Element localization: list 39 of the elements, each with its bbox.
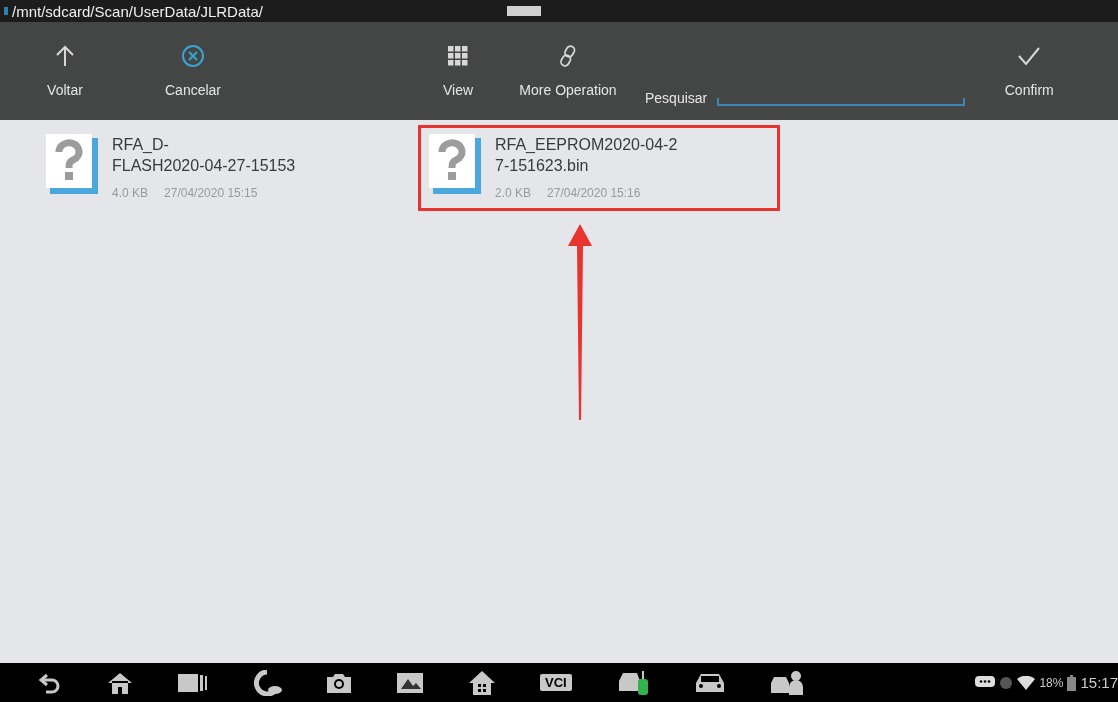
clock-time: 15:17 bbox=[1080, 674, 1118, 691]
file-name: RFA_EEPROM2020-04-2 7-151623.bin bbox=[495, 135, 678, 176]
search-field[interactable] bbox=[717, 98, 966, 106]
grid-button[interactable]: View bbox=[423, 22, 493, 120]
file-item[interactable]: RFA_EEPROM2020-04-2 7-151623.bin 2.0 KB 27/04/2020 15:16 bbox=[418, 125, 780, 211]
vci-button[interactable]: VCI bbox=[540, 674, 572, 691]
image-icon[interactable] bbox=[396, 670, 424, 695]
file-date: 27/04/2020 15:15 bbox=[164, 186, 258, 200]
cancel-icon bbox=[181, 44, 205, 68]
dropdown-handle[interactable] bbox=[506, 6, 541, 16]
cloud-icon[interactable] bbox=[254, 669, 282, 696]
circle-icon bbox=[999, 675, 1014, 690]
battery-percent: 18% bbox=[1039, 675, 1064, 690]
wifi-icon bbox=[1017, 675, 1036, 690]
link-button[interactable]: More Operation bbox=[503, 22, 633, 120]
link-icon bbox=[558, 44, 578, 68]
car-person-icon[interactable] bbox=[769, 669, 804, 696]
file-size: 4.0 KB bbox=[112, 186, 149, 200]
file-item[interactable]: RFA_D- FLASH2020-04-27-15153 4.0 KB 27/04/2020 15:15 bbox=[35, 125, 397, 211]
unknown-file-icon bbox=[46, 134, 98, 194]
battery-icon bbox=[1067, 674, 1077, 691]
file-size: 2.0 KB bbox=[495, 186, 532, 200]
file-date: 27/04/2020 15:16 bbox=[547, 186, 641, 200]
up-arrow-icon bbox=[55, 45, 75, 67]
grid-icon bbox=[448, 46, 468, 66]
camera-icon[interactable] bbox=[326, 671, 352, 694]
cancel-button[interactable]: Cancelar bbox=[138, 22, 248, 120]
up-button[interactable]: Voltar bbox=[22, 22, 108, 120]
home-icon[interactable] bbox=[106, 670, 134, 695]
house-icon[interactable] bbox=[468, 669, 496, 696]
search-label: Pesquisar bbox=[645, 90, 708, 106]
chat-icon bbox=[975, 675, 996, 690]
check-icon bbox=[1017, 46, 1042, 66]
unknown-file-icon bbox=[429, 134, 481, 194]
check-button[interactable]: Confirm bbox=[981, 22, 1078, 120]
recents-icon[interactable] bbox=[178, 671, 210, 694]
path-text: /mnt/sdcard/Scan/UserData/JLRData/ bbox=[12, 2, 263, 20]
file-name: RFA_D- FLASH2020-04-27-15153 bbox=[112, 135, 296, 176]
back-icon[interactable] bbox=[38, 671, 62, 694]
